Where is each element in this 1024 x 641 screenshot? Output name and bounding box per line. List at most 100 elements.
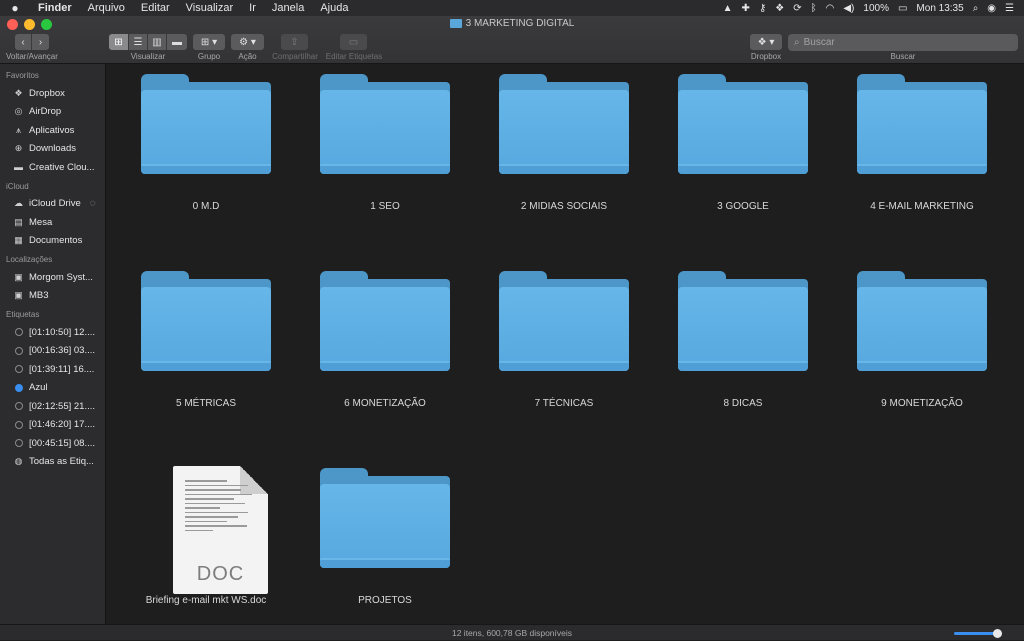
tag-dot-icon <box>13 401 24 412</box>
forward-button[interactable]: › <box>32 34 49 50</box>
disk-icon: ▣ <box>14 271 23 282</box>
group-button[interactable]: ⊞ ▾ <box>193 34 225 50</box>
folder-icon <box>857 271 987 371</box>
vlc-icon[interactable]: ▲ <box>723 3 733 14</box>
search-field[interactable]: ⌕ Buscar <box>788 34 1018 51</box>
folder-item[interactable]: 2 MIDIAS SOCIAIS <box>479 68 649 248</box>
sidebar-item-icloud-drive[interactable]: ☁ iCloud Drive ◌ <box>0 195 105 214</box>
sidebar-item-label: Documentos <box>29 235 83 247</box>
edit-tags-label: Editar Etiquetas <box>325 52 383 61</box>
action-button[interactable]: ⚙ ▾ <box>231 34 264 50</box>
dropbox-menu-icon[interactable]: ❖ <box>775 3 784 14</box>
sidebar-item-label: Aplicativos <box>29 124 75 136</box>
sidebar-tag[interactable]: [00:16:36] 03.... <box>0 342 105 361</box>
menu-finder[interactable]: Finder <box>30 2 80 14</box>
tag-dot-icon <box>13 419 24 430</box>
menu-ajuda[interactable]: Ajuda <box>312 2 356 14</box>
sidebar-item-all-tags[interactable]: ◍ Todas as Etiq... <box>0 453 105 472</box>
icon-view-button[interactable]: ⊞ <box>109 34 129 50</box>
edit-tags-button[interactable]: ▭ <box>340 34 367 50</box>
disk-icon: ▣ <box>14 290 23 301</box>
sidebar: Favoritos ❖ Dropbox ◎ AirDrop ⩚ Aplicativos… <box>0 64 106 624</box>
clock[interactable]: Mon 13:35 <box>916 3 963 14</box>
doc-type-text: DOC <box>196 563 245 585</box>
sidebar-tag[interactable]: [01:10:50] 12.... <box>0 323 105 342</box>
sidebar-item-label: Azul <box>29 382 48 394</box>
key-icon[interactable]: ⚷ <box>759 3 766 14</box>
all-tags-icon: ◍ <box>14 456 23 467</box>
documents-icon: ▦ <box>14 235 23 246</box>
sidebar-item-morgom-system[interactable]: ▣ Morgom Syst... <box>0 268 105 287</box>
item-label: 5 MÉTRICAS <box>175 398 236 409</box>
group-label: Grupo <box>197 52 221 61</box>
menu-arquivo[interactable]: Arquivo <box>80 2 133 14</box>
sidebar-item-mb3[interactable]: ▣ MB3 <box>0 287 105 306</box>
menu-editar[interactable]: Editar <box>133 2 178 14</box>
folder-item[interactable]: 8 DICAS <box>658 265 828 445</box>
volume-icon[interactable]: ◀) <box>843 3 854 14</box>
sidebar-item-airdrop[interactable]: ◎ AirDrop <box>0 103 105 122</box>
sidebar-tag[interactable]: [00:45:15] 08.... <box>0 434 105 453</box>
sidebar-item-documents[interactable]: ▦ Documentos <box>0 232 105 251</box>
status-menus: ▲ ✚ ⚷ ❖ ⟳ ᛒ ◠ ◀) 100% ▭ Mon 13:35 ⌕ ◉ ☰ <box>723 3 1024 14</box>
folder-item[interactable]: 1 SEO <box>300 68 470 248</box>
folder-icon <box>499 271 629 371</box>
sidebar-tag[interactable]: [01:39:11] 16.... <box>0 360 105 379</box>
bluetooth-icon[interactable]: ᛒ <box>811 3 817 14</box>
sidebar-item-dropbox[interactable]: ❖ Dropbox <box>0 84 105 103</box>
dropbox-label: Dropbox <box>750 52 782 61</box>
sidebar-item-label: [02:12:55] 21.... <box>29 400 96 412</box>
menu-visualizar[interactable]: Visualizar <box>178 2 242 14</box>
sidebar-tag[interactable]: [02:12:55] 21.... <box>0 397 105 416</box>
sidebar-item-desktop[interactable]: ▤ Mesa <box>0 213 105 232</box>
menu-janela[interactable]: Janela <box>264 2 312 14</box>
search-icon: ⌕ <box>794 37 800 48</box>
icon-size-slider[interactable] <box>954 629 1002 638</box>
menu-ir[interactable]: Ir <box>241 2 264 14</box>
tag-dot-icon <box>13 345 24 356</box>
folder-item[interactable]: 9 MONETIZAÇÃO <box>837 265 1007 445</box>
tools-icon[interactable]: ✚ <box>742 3 750 14</box>
cloud-icon: ☁ <box>14 198 23 209</box>
sync-icon[interactable]: ⟳ <box>793 3 801 14</box>
sidebar-item-downloads[interactable]: ⊕ Downloads <box>0 140 105 159</box>
sidebar-item-label: [00:45:15] 08.... <box>29 437 96 449</box>
list-view-button[interactable]: ☰ <box>129 34 148 50</box>
search-placeholder: Buscar <box>803 37 835 48</box>
folder-item[interactable]: 6 MONETIZAÇÃO <box>300 265 470 445</box>
folder-item[interactable]: 0 M.D <box>121 68 291 248</box>
sidebar-item-applications[interactable]: ⩚ Aplicativos <box>0 121 105 140</box>
apple-menu-icon[interactable]: ● <box>0 1 30 15</box>
folder-item[interactable]: 7 TÉCNICAS <box>479 265 649 445</box>
notification-center-icon[interactable]: ☰ <box>1005 3 1014 14</box>
battery-icon[interactable]: ▭ <box>898 3 907 14</box>
folder-item[interactable]: 4 E-MAIL MARKETING <box>837 68 1007 248</box>
sidebar-item-label: Creative Clou... <box>29 161 95 173</box>
sidebar-tag[interactable]: [01:46:20] 17.... <box>0 416 105 435</box>
sidebar-header-locations: Localizações <box>6 255 53 264</box>
doc-file-icon: DOC <box>173 466 268 594</box>
share-button[interactable]: ⇪ <box>281 34 308 50</box>
gallery-view-button[interactable]: ▬ <box>167 34 187 50</box>
folder-item[interactable]: PROJETOS <box>300 462 470 624</box>
slider-knob[interactable] <box>993 629 1002 638</box>
item-label: 8 DICAS <box>723 398 763 409</box>
folder-item[interactable]: 5 MÉTRICAS <box>121 265 291 445</box>
folder-icon <box>141 74 271 174</box>
siri-icon[interactable]: ◉ <box>987 3 996 14</box>
item-label: PROJETOS <box>358 595 412 606</box>
folder-icon <box>320 271 450 371</box>
progress-ring-icon: ◌ <box>89 198 96 210</box>
dropbox-toolbar-button[interactable]: ❖ ▾ <box>750 34 782 50</box>
battery-percent[interactable]: 100% <box>863 3 889 14</box>
folder-item[interactable]: 3 GOOGLE <box>658 68 828 248</box>
back-button[interactable]: ‹ <box>15 34 32 50</box>
dropbox-icon: ❖ <box>14 87 23 98</box>
document-item[interactable]: DOC Briefing e-mail mkt WS.doc <box>121 462 291 624</box>
sidebar-tag-azul[interactable]: Azul <box>0 379 105 398</box>
spotlight-icon[interactable]: ⌕ <box>973 3 979 14</box>
wifi-icon[interactable]: ◠ <box>826 3 835 14</box>
sidebar-item-creative-cloud[interactable]: ▬ Creative Clou... <box>0 158 105 177</box>
column-view-button[interactable]: ▥ <box>148 34 167 50</box>
sidebar-item-label: MB3 <box>29 290 49 302</box>
